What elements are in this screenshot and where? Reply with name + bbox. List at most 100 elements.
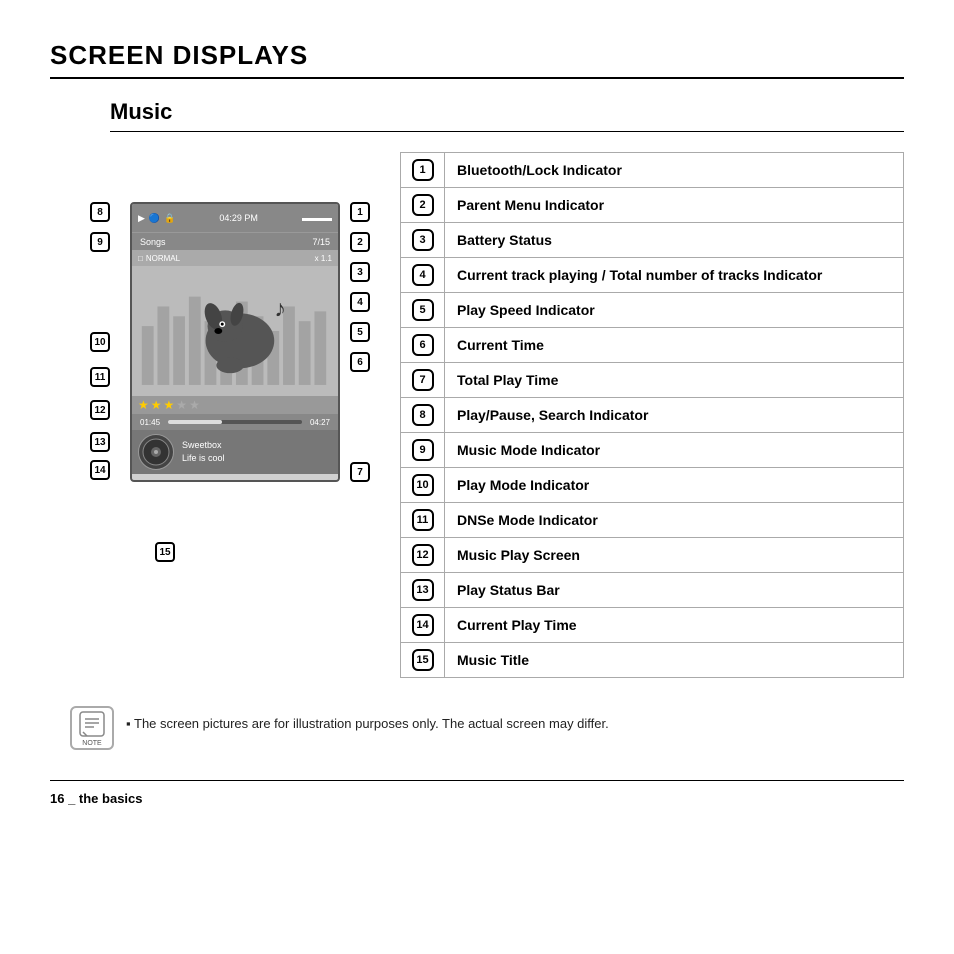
page-footer: 16 _ the basics	[50, 780, 904, 806]
screen-time: 04:29 PM	[219, 213, 258, 223]
screen-songs-row: Songs 7/15	[132, 232, 338, 250]
album-text: Sweetbox Life is cool	[182, 439, 225, 464]
indicator-row-5: 5Play Speed Indicator	[401, 293, 903, 328]
note-section: NOTE The screen pictures are for illustr…	[70, 706, 904, 750]
star-5: ★	[189, 398, 200, 412]
lock-icon: 🔒	[164, 213, 175, 224]
indicator-desc-8: Play/Pause, Search Indicator	[445, 398, 903, 432]
callout-6: 6	[350, 352, 370, 372]
indicator-row-2: 2 Parent Menu Indicator	[401, 188, 903, 223]
callout-11: 11	[90, 367, 110, 387]
indicator-row-3: 3Battery Status	[401, 223, 903, 258]
screen-mode-row: □ NORMAL x 1.1	[132, 250, 338, 266]
indicator-num-13: 13	[401, 573, 445, 607]
star-4: ★	[176, 398, 187, 412]
num-badge-4: 4	[412, 264, 434, 286]
num-badge-10: 10	[412, 474, 434, 496]
svg-text:♪: ♪	[274, 295, 286, 321]
note-icon: NOTE	[70, 706, 114, 750]
indicator-num-15: 15	[401, 643, 445, 677]
num-badge-11: 11	[412, 509, 434, 531]
indicator-desc-3: Battery Status	[445, 223, 903, 257]
bluetooth-icon: 🔵	[149, 213, 160, 224]
callout-14: 14	[90, 460, 110, 480]
battery-icon: ▬▬▬	[302, 213, 332, 224]
note-text: The screen pictures are for illustration…	[126, 706, 609, 734]
indicator-row-10: 10 Play Mode Indicator	[401, 468, 903, 503]
callout-12: 12	[90, 400, 110, 420]
callout-5: 5	[350, 322, 370, 342]
indicator-num-4: 4	[401, 258, 445, 292]
indicator-row-7: 7 Total Play Time	[401, 363, 903, 398]
num-badge-12: 12	[412, 544, 434, 566]
num-badge-8: 8	[412, 404, 434, 426]
callout-9: 9	[90, 232, 110, 252]
indicator-desc-15: Music Title	[445, 643, 903, 677]
indicator-desc-1: Bluetooth/Lock Indicator	[445, 153, 903, 187]
indicator-num-6: 6	[401, 328, 445, 362]
song-title: Life is cool	[182, 452, 225, 465]
indicator-num-12: 12	[401, 538, 445, 572]
main-content: 8 9 10 11 12 13 14 15 ▶ 🔵 🔒 04:29 PM	[90, 152, 904, 678]
indicator-num-2: 2	[401, 188, 445, 222]
indicator-list: 1 Bluetooth/Lock Indicator 2 Parent Menu In…	[400, 152, 904, 678]
num-badge-2: 2	[412, 194, 434, 216]
callout-15: 15	[155, 542, 175, 562]
section-title: Music	[110, 99, 904, 132]
star-2: ★	[151, 398, 162, 412]
indicator-num-8: 8	[401, 398, 445, 432]
indicator-num-5: 5	[401, 293, 445, 327]
indicator-desc-5: Play Speed Indicator	[445, 293, 903, 327]
indicator-row-15: 15 Music Title	[401, 643, 903, 677]
callout-4: 4	[350, 292, 370, 312]
num-badge-6: 6	[412, 334, 434, 356]
indicator-row-6: 6 Current Time	[401, 328, 903, 363]
indicator-desc-14: Current Play Time	[445, 608, 903, 642]
current-time: 01:45	[140, 418, 160, 427]
indicator-row-12: 12 Music Play Screen	[401, 538, 903, 573]
star-1: ★	[138, 398, 149, 412]
indicator-desc-12: Music Play Screen	[445, 538, 903, 572]
artist-name: Sweetbox	[182, 439, 225, 452]
indicator-row-13: 13 Play Status Bar	[401, 573, 903, 608]
speed-indicator: x 1.1	[315, 254, 332, 263]
num-badge-15: 15	[412, 649, 434, 671]
indicator-desc-13: Play Status Bar	[445, 573, 903, 607]
indicator-row-4: 4Current track playing / Total number of…	[401, 258, 903, 293]
screen-album-row: Sweetbox Life is cool	[132, 430, 338, 474]
num-badge-7: 7	[412, 369, 434, 391]
indicator-num-7: 7	[401, 363, 445, 397]
indicator-desc-2: Parent Menu Indicator	[445, 188, 903, 222]
screen-top-bar: ▶ 🔵 🔒 04:29 PM ▬▬▬	[132, 204, 338, 232]
indicator-num-11: 11	[401, 503, 445, 537]
num-badge-14: 14	[412, 614, 434, 636]
screen-device: ▶ 🔵 🔒 04:29 PM ▬▬▬ Songs 7/15 □	[130, 202, 340, 482]
star-3: ★	[164, 398, 175, 412]
indicator-num-3: 3	[401, 223, 445, 257]
callout-3: 3	[350, 262, 370, 282]
device-illustration: 8 9 10 11 12 13 14 15 ▶ 🔵 🔒 04:29 PM	[90, 152, 370, 612]
indicator-row-14: 14 Current Play Time	[401, 608, 903, 643]
num-badge-1: 1	[412, 159, 434, 181]
total-time: 04:27	[310, 418, 330, 427]
page-title: SCREEN DISPLAYS	[50, 40, 904, 79]
screen-bottom-bar: 01:45 04:27	[132, 414, 338, 430]
callout-13: 13	[90, 432, 110, 452]
track-indicator: 7/15	[312, 237, 330, 247]
category-label: Songs	[140, 237, 166, 247]
callout-8: 8	[90, 202, 110, 222]
indicator-row-9: 9Music Mode Indicator	[401, 433, 903, 468]
screen-stars-row: ★ ★ ★ ★ ★	[132, 396, 338, 414]
callout-10: 10	[90, 332, 110, 352]
callout-7: 7	[350, 462, 370, 482]
indicator-desc-6: Current Time	[445, 328, 903, 362]
indicator-desc-10: Play Mode Indicator	[445, 468, 903, 502]
num-badge-13: 13	[412, 579, 434, 601]
callout-1: 1	[350, 202, 370, 222]
indicator-desc-11: DNSe Mode Indicator	[445, 503, 903, 537]
note-label: NOTE	[82, 740, 101, 747]
indicator-desc-7: Total Play Time	[445, 363, 903, 397]
play-icon: ▶	[138, 213, 145, 224]
callout-2: 2	[350, 232, 370, 252]
indicator-row-8: 8 Play/Pause, Search Indicator	[401, 398, 903, 433]
